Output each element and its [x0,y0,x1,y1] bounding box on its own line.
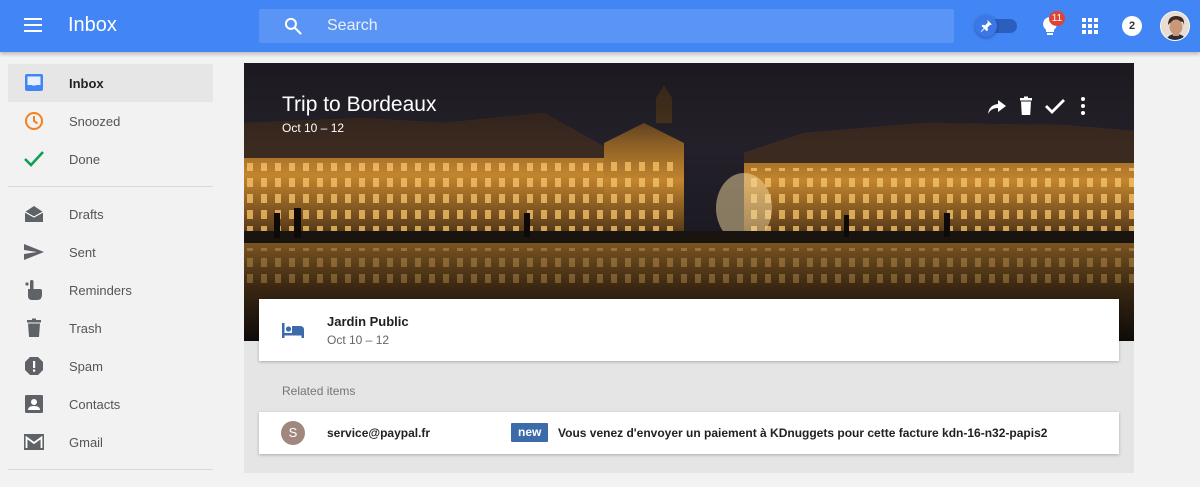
more-vert-icon[interactable] [1072,95,1094,117]
sidebar-item-sent[interactable]: Sent [8,233,213,271]
sidebar-item-contacts[interactable]: Contacts [8,385,213,423]
clock-icon [25,112,43,130]
related-items-heading: Related items [282,384,356,398]
sidebar-item-label: Trash [69,321,102,336]
top-bar: Inbox 11 2 [0,0,1200,52]
sidebar-item-label: Reminders [69,283,132,298]
pin-toggle[interactable] [973,15,1017,37]
sidebar-item-drafts[interactable]: Drafts [8,195,213,233]
related-email-row[interactable]: S service@paypal.fr new Vous venez d'env… [259,412,1119,454]
pin-icon [980,20,992,32]
send-icon [24,244,44,260]
check-icon [24,151,44,167]
sidebar-divider [8,186,213,187]
search-input[interactable] [327,9,927,43]
search-icon[interactable] [283,16,303,36]
gmail-icon [24,434,44,450]
sidebar-item-label: Drafts [69,207,104,222]
sidebar-item-gmail[interactable]: Gmail [8,423,213,461]
app-title: Inbox [68,14,117,36]
sidebar-item-label: Inbox [69,76,104,91]
sidebar-divider [8,469,213,470]
notification-badge: 11 [1049,11,1065,26]
sidebar-item-label: Gmail [69,435,103,450]
trip-card: Trip to Bordeaux Oct 10 – 12 Jardin Publ… [244,63,1134,473]
sidebar-item-label: Done [69,152,101,167]
email-subject: Vous venez d'envoyer un paiement à KDnug… [558,426,1048,440]
lodging-name: Jardin Public [327,314,409,329]
trip-dates: Oct 10 – 12 [282,121,345,135]
search-box[interactable] [259,9,954,43]
sidebar-item-reminders[interactable]: Reminders [8,271,213,309]
sidebar: Inbox Snoozed Done Drafts Sent Reminders… [8,64,213,478]
trash-icon[interactable] [1015,95,1037,117]
menu-icon[interactable] [22,14,46,38]
contacts-icon [25,395,43,413]
apps-grid-icon[interactable] [1082,18,1098,34]
new-badge: new [511,423,549,442]
sidebar-item-label: Sent [69,245,96,260]
account-count-badge[interactable]: 2 [1122,16,1142,36]
bed-icon [282,323,304,338]
sidebar-item-spam[interactable]: Spam [8,347,213,385]
sidebar-item-label: Contacts [69,397,121,412]
sidebar-item-label: Spam [69,359,103,374]
trip-actions [986,95,1094,117]
check-icon[interactable] [1044,95,1066,117]
trip-title: Trip to Bordeaux [282,93,437,116]
lodging-item[interactable]: Jardin Public Oct 10 – 12 [259,299,1119,361]
spam-icon [25,357,43,375]
sidebar-item-label: Snoozed [69,114,121,129]
sender-avatar: S [281,421,305,445]
sender-email: service@paypal.fr [327,426,431,440]
sidebar-item-snoozed[interactable]: Snoozed [8,102,213,140]
forward-icon[interactable] [986,95,1008,117]
notifications-button[interactable]: 11 [1038,11,1065,38]
profile-photo-icon [1161,12,1189,40]
sidebar-item-inbox[interactable]: Inbox [8,64,213,102]
inbox-icon [25,74,43,91]
sidebar-item-done[interactable]: Done [8,140,213,178]
reminder-hand-icon [25,280,42,300]
trash-icon [27,318,41,337]
drafts-icon [24,206,44,222]
avatar[interactable] [1160,11,1190,41]
sidebar-item-trash[interactable]: Trash [8,309,213,347]
lodging-dates: Oct 10 – 12 [327,333,390,347]
